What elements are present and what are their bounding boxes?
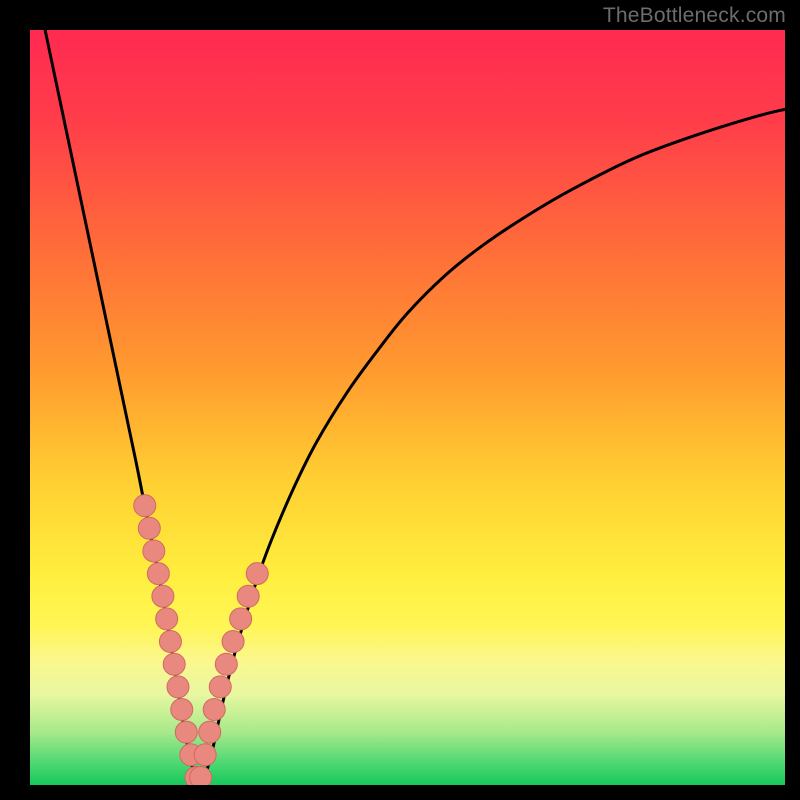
outer-frame: TheBottleneck.com [0,0,800,800]
marker-point [222,631,244,653]
marker-point [230,608,252,630]
marker-point [190,766,212,785]
marker-point [203,699,225,721]
marker-point [246,563,268,585]
watermark-text: TheBottleneck.com [603,4,786,28]
marker-point [237,585,259,607]
marker-point [215,653,237,675]
marker-point [143,540,165,562]
bottleneck-curve [45,30,785,781]
marker-point [167,676,189,698]
plot-area [30,30,785,785]
marker-point [159,631,181,653]
marker-point [209,676,231,698]
marker-point [156,608,178,630]
marker-point [163,653,185,675]
highlight-markers [134,495,268,785]
marker-point [152,585,174,607]
marker-point [171,699,193,721]
marker-point [134,495,156,517]
marker-point [147,563,169,585]
marker-point [138,517,160,539]
chart-svg [30,30,785,785]
marker-point [175,721,197,743]
marker-point [199,721,221,743]
marker-point [194,744,216,766]
